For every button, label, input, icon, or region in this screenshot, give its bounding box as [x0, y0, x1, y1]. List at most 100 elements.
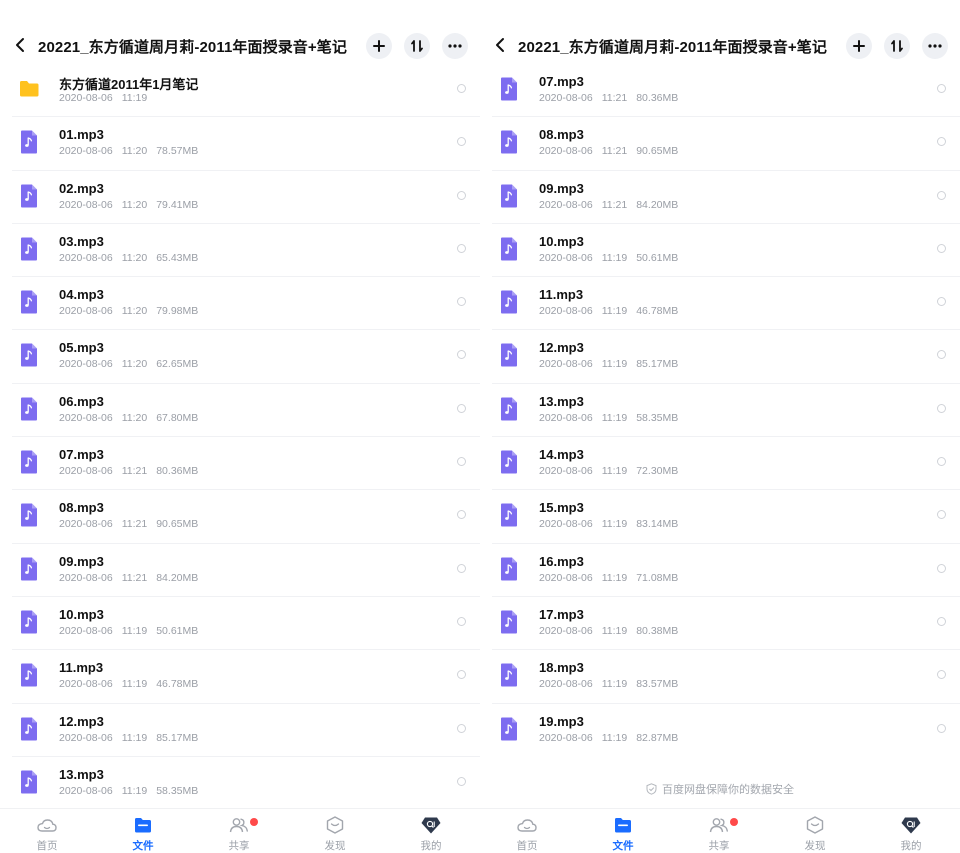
file-row[interactable]: 03.mp3 2020-08-06 11:20 65.43MB [0, 224, 480, 278]
file-row[interactable]: 13.mp3 2020-08-06 11:19 58.35MB [480, 384, 960, 438]
select-radio[interactable] [937, 457, 946, 467]
select-radio[interactable] [457, 84, 466, 93]
file-row[interactable]: 01.mp3 2020-08-06 11:20 78.57MB [0, 117, 480, 171]
file-time: 11:20 [121, 358, 148, 371]
file-row[interactable]: 04.mp3 2020-08-06 11:20 79.98MB [0, 277, 480, 331]
file-row[interactable]: 15.mp3 2020-08-06 11:19 83.14MB [480, 490, 960, 544]
file-row[interactable]: 12.mp3 2020-08-06 11:19 85.17MB [0, 704, 480, 757]
select-radio[interactable] [937, 723, 946, 733]
select-radio[interactable] [937, 243, 946, 253]
more-dots-icon [928, 44, 942, 48]
chevron-left-icon[interactable] [492, 34, 510, 56]
file-time: 11:19 [121, 624, 148, 637]
tab-label: 我的 [900, 840, 922, 852]
select-radio[interactable] [457, 190, 466, 200]
select-radio[interactable] [457, 350, 466, 360]
more-dots-icon [448, 44, 462, 48]
add-button[interactable] [846, 33, 872, 59]
select-radio[interactable] [937, 403, 946, 413]
more-button[interactable] [442, 33, 468, 59]
file-row[interactable]: 07.mp3 2020-08-06 11:21 80.36MB [0, 437, 480, 491]
chevron-left-icon[interactable] [12, 34, 30, 56]
tab-home[interactable]: 首页 [17, 815, 77, 853]
file-meta: 2020-08-06 11:21 80.36MB [539, 92, 687, 104]
file-row[interactable]: 08.mp3 2020-08-06 11:21 90.65MB [0, 490, 480, 544]
file-time: 11:19 [601, 624, 628, 637]
plus-icon [373, 40, 385, 52]
tab-home[interactable]: 首页 [497, 815, 557, 853]
folder-icon [20, 81, 39, 97]
file-row[interactable]: 18.mp3 2020-08-06 11:19 83.57MB [480, 650, 960, 704]
file-row[interactable]: 11.mp3 2020-08-06 11:19 46.78MB [480, 277, 960, 331]
select-radio[interactable] [457, 670, 466, 680]
file-time: 11:19 [121, 678, 148, 691]
select-radio[interactable] [937, 137, 946, 147]
select-radio[interactable] [937, 563, 946, 573]
file-row[interactable]: 14.mp3 2020-08-06 11:19 72.30MB [480, 437, 960, 491]
tab-label: 共享 [708, 840, 730, 852]
file-row[interactable]: 17.mp3 2020-08-06 11:19 80.38MB [480, 597, 960, 651]
file-row[interactable]: 11.mp3 2020-08-06 11:19 46.78MB [0, 650, 480, 704]
tab-share[interactable]: 共享 [689, 815, 749, 853]
folder-tab-icon [615, 818, 631, 833]
file-size: 82.87MB [636, 731, 679, 744]
file-row[interactable]: 12.mp3 2020-08-06 11:19 85.17MB [480, 330, 960, 384]
folder-row[interactable]: 东方循道2011年1月笔记 2020-08-06 11:19 [0, 64, 480, 118]
tab-files[interactable]: 文件 [593, 815, 653, 853]
select-radio[interactable] [937, 670, 946, 680]
file-date: 2020-08-06 [539, 624, 593, 637]
file-date: 2020-08-06 [539, 92, 593, 104]
file-row[interactable]: 08.mp3 2020-08-06 11:21 90.65MB [480, 117, 960, 171]
file-row[interactable]: 06.mp3 2020-08-06 11:20 67.80MB [0, 384, 480, 438]
add-button[interactable] [366, 33, 392, 59]
file-row[interactable]: 05.mp3 2020-08-06 11:20 62.65MB [0, 330, 480, 384]
file-name: 11.mp3 [59, 660, 104, 676]
profile-avatar-icon [901, 817, 921, 834]
file-row[interactable]: 09.mp3 2020-08-06 11:21 84.20MB [0, 544, 480, 597]
select-radio[interactable] [937, 297, 946, 307]
file-name: 19.mp3 [539, 713, 584, 729]
bottom-tab-bar: 首页 文件 共享 发现 我的 [0, 808, 480, 853]
file-row[interactable]: 19.mp3 2020-08-06 11:19 82.87MB [480, 704, 960, 757]
file-time: 11:19 [601, 731, 628, 744]
file-date: 2020-08-06 [59, 784, 113, 797]
file-row[interactable]: 07.mp3 2020-08-06 11:21 80.36MB [480, 64, 960, 118]
select-radio[interactable] [457, 457, 466, 467]
select-radio[interactable] [457, 243, 466, 253]
page-title: 20221_东方循道周月莉-2011年面授录音+笔记 [38, 39, 347, 56]
select-radio[interactable] [457, 776, 466, 786]
sort-button[interactable] [884, 33, 910, 59]
select-radio[interactable] [457, 137, 466, 147]
music-file-icon [501, 290, 517, 314]
file-row[interactable]: 09.mp3 2020-08-06 11:21 84.20MB [480, 171, 960, 224]
more-button[interactable] [922, 33, 948, 59]
select-radio[interactable] [457, 563, 466, 573]
tab-discover[interactable]: 发现 [785, 815, 845, 853]
file-row[interactable]: 13.mp3 2020-08-06 11:19 58.35MB [0, 757, 480, 810]
music-file-icon [21, 717, 37, 741]
select-radio[interactable] [457, 510, 466, 520]
tab-discover[interactable]: 发现 [305, 815, 365, 853]
file-row[interactable]: 10.mp3 2020-08-06 11:19 50.61MB [0, 597, 480, 651]
select-radio[interactable] [937, 84, 946, 93]
tab-mine[interactable]: 我的 [881, 815, 941, 853]
tab-share[interactable]: 共享 [209, 815, 269, 853]
share-people-icon [229, 818, 248, 833]
file-row[interactable]: 02.mp3 2020-08-06 11:20 79.41MB [0, 171, 480, 224]
select-radio[interactable] [457, 616, 466, 626]
discover-box-icon [326, 816, 344, 834]
select-radio[interactable] [457, 723, 466, 733]
select-radio[interactable] [937, 616, 946, 626]
tab-files[interactable]: 文件 [113, 815, 173, 853]
select-radio[interactable] [937, 190, 946, 200]
file-row[interactable]: 10.mp3 2020-08-06 11:19 50.61MB [480, 224, 960, 278]
file-row[interactable]: 16.mp3 2020-08-06 11:19 71.08MB [480, 544, 960, 597]
tab-mine[interactable]: 我的 [401, 815, 461, 853]
select-radio[interactable] [937, 350, 946, 360]
file-time: 11:19 [121, 784, 148, 797]
select-radio[interactable] [457, 297, 466, 307]
select-radio[interactable] [457, 403, 466, 413]
sort-button[interactable] [404, 33, 430, 59]
file-meta: 2020-08-06 11:19 [59, 92, 156, 104]
select-radio[interactable] [937, 510, 946, 520]
